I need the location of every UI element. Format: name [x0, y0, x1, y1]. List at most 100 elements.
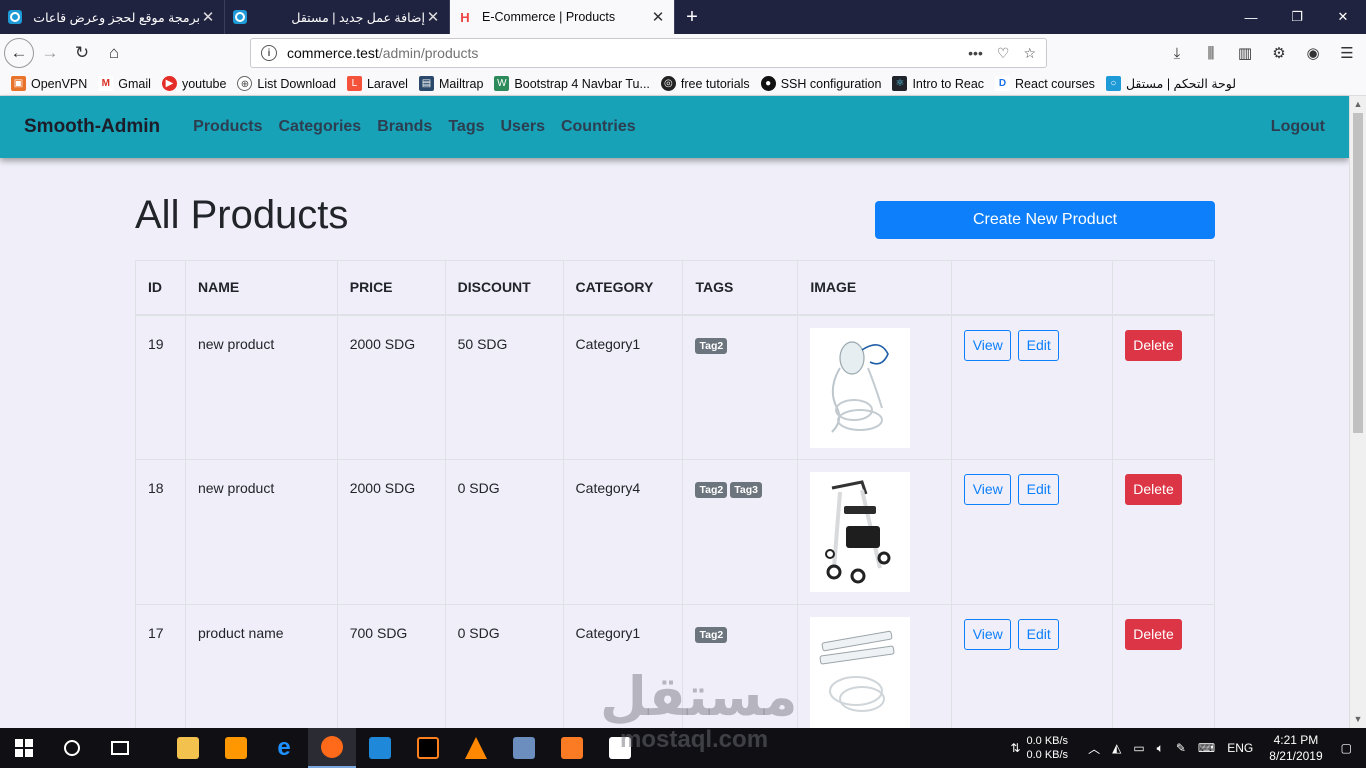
table-row: 19 new product 2000 SDG 50 SDG Category1…: [135, 314, 1215, 460]
view-button[interactable]: View: [964, 619, 1012, 650]
bookmark-item[interactable]: D React courses: [995, 76, 1095, 91]
create-product-button[interactable]: Create New Product: [875, 201, 1215, 239]
brand-logo[interactable]: Smooth-Admin: [24, 116, 160, 138]
library-icon[interactable]: ⫼: [1198, 40, 1224, 66]
cell-discount: 0 SDG: [444, 459, 564, 605]
nav-countries[interactable]: Countries: [561, 118, 636, 136]
mailtrap-icon: ▤: [418, 76, 434, 91]
react-courses-icon: D: [995, 76, 1011, 91]
nav-products[interactable]: Products: [193, 118, 262, 136]
bookmark-item[interactable]: ◎ free tutorials: [660, 76, 750, 91]
nav-tags[interactable]: Tags: [448, 118, 484, 136]
extension-icon[interactable]: ⚙: [1266, 40, 1292, 66]
browser-tab-active[interactable]: H E-Commerce | Products ✕: [450, 0, 675, 34]
cell-delete: Delete: [1112, 314, 1215, 460]
nav-users[interactable]: Users: [500, 118, 544, 136]
delete-button[interactable]: Delete: [1125, 474, 1182, 505]
nav-brands[interactable]: Brands: [377, 118, 432, 136]
main-menu: Products Categories Brands Tags Users Co…: [193, 118, 635, 136]
close-tab-icon[interactable]: ✕: [425, 8, 441, 26]
xampp-icon[interactable]: [548, 728, 596, 768]
vlc-icon[interactable]: [452, 728, 500, 768]
close-tab-icon[interactable]: ✕: [650, 8, 666, 26]
edit-button[interactable]: Edit: [1018, 474, 1060, 505]
firefox-icon[interactable]: [308, 728, 356, 768]
cell-category: Category4: [562, 459, 684, 605]
scrollbar-thumb[interactable]: [1353, 113, 1363, 433]
pocket-icon[interactable]: ♡: [997, 45, 1010, 62]
account-icon[interactable]: ◉: [1300, 40, 1326, 66]
keyboard-icon[interactable]: ⌨: [1198, 741, 1215, 755]
file-explorer-icon[interactable]: [164, 728, 212, 768]
bookmark-item[interactable]: L Laravel: [346, 76, 408, 91]
close-window-icon[interactable]: ✕: [1320, 0, 1366, 34]
hamburger-menu-icon[interactable]: ☰: [1334, 40, 1360, 66]
close-tab-icon[interactable]: ✕: [200, 8, 216, 26]
home-icon[interactable]: ⌂: [98, 37, 130, 69]
col-header-category: CATEGORY: [562, 260, 684, 316]
windows-defender-icon[interactable]: ◭: [1112, 741, 1121, 755]
edge-icon[interactable]: e: [260, 728, 308, 768]
view-button[interactable]: View: [964, 474, 1012, 505]
pen-icon[interactable]: ✎: [1176, 741, 1186, 755]
restore-icon[interactable]: ❐: [1274, 0, 1320, 34]
bookmark-star-icon[interactable]: ☆: [1023, 45, 1036, 62]
cell-id: 19: [135, 314, 186, 460]
url-path: /admin/products: [378, 45, 479, 61]
bookmark-item[interactable]: ▤ Mailtrap: [418, 76, 483, 91]
reload-icon[interactable]: ↻: [66, 37, 98, 69]
cell-discount: 50 SDG: [444, 314, 564, 460]
clock[interactable]: 4:21 PM 8/21/2019: [1269, 732, 1322, 764]
scroll-up-icon[interactable]: ▲: [1350, 96, 1366, 113]
search-icon[interactable]: [48, 728, 96, 768]
browser-tab[interactable]: إضافة عمل جديد | مستقل ✕: [225, 0, 450, 34]
edit-button[interactable]: Edit: [1018, 619, 1060, 650]
window-controls: — ❐ ✕: [1228, 0, 1366, 34]
bookmark-item[interactable]: ▣ OpenVPN: [11, 76, 87, 91]
bookmark-item[interactable]: ⚛ Intro to Reac: [892, 76, 984, 91]
address-bar[interactable]: i commerce.test/admin/products ••• ♡ ☆: [250, 38, 1047, 68]
bookmark-item[interactable]: M Gmail: [98, 76, 151, 91]
new-tab-icon[interactable]: +: [675, 0, 709, 34]
windows-start-icon[interactable]: [0, 728, 48, 768]
bookmark-item[interactable]: ● SSH configuration: [760, 76, 881, 91]
youtube-icon: ▶: [161, 76, 177, 91]
app-icon[interactable]: [500, 728, 548, 768]
back-arrow-icon[interactable]: ←: [4, 38, 34, 68]
scroll-down-icon[interactable]: ▼: [1350, 711, 1366, 728]
github-icon: ●: [760, 76, 776, 91]
download-icon[interactable]: ⤓: [1164, 40, 1190, 66]
intellij-icon[interactable]: [404, 728, 452, 768]
bookmark-item[interactable]: ⊕ List Download: [237, 76, 336, 91]
notifications-icon[interactable]: ▢: [1341, 741, 1352, 755]
chevron-up-icon[interactable]: ︿: [1088, 740, 1100, 757]
page-scrollbar[interactable]: ▲ ▼: [1349, 96, 1366, 728]
openvpn-icon: ▣: [11, 76, 26, 91]
watermark-arabic: مستقل: [600, 667, 798, 727]
logout-link[interactable]: Logout: [1271, 118, 1325, 136]
view-button[interactable]: View: [964, 329, 1012, 361]
page-actions-icon[interactable]: •••: [968, 45, 983, 62]
battery-icon[interactable]: ▭: [1133, 741, 1144, 755]
minimize-icon[interactable]: —: [1228, 0, 1274, 34]
language-indicator[interactable]: ENG: [1227, 741, 1253, 755]
bookmark-item[interactable]: W Bootstrap 4 Navbar Tu...: [494, 76, 650, 91]
sidebar-icon[interactable]: ▥: [1232, 40, 1258, 66]
vscode-icon[interactable]: [356, 728, 404, 768]
task-view-icon[interactable]: [96, 728, 144, 768]
mostaql-favicon-icon: [233, 10, 247, 24]
edit-button[interactable]: Edit: [1018, 329, 1060, 361]
app-navbar: Smooth-Admin Products Categories Brands …: [0, 96, 1349, 158]
delete-button[interactable]: Delete: [1125, 619, 1182, 650]
forward-arrow-icon[interactable]: →: [34, 37, 66, 69]
cell-name: new product: [184, 459, 338, 605]
nav-categories[interactable]: Categories: [279, 118, 362, 136]
cell-price: 2000 SDG: [336, 314, 446, 460]
delete-button[interactable]: Delete: [1125, 329, 1182, 361]
bookmark-item[interactable]: ▶ youtube: [161, 76, 226, 91]
bookmark-item[interactable]: ○ لوحة التحكم | مستقل: [1105, 76, 1236, 91]
site-info-icon[interactable]: i: [261, 45, 277, 61]
browser-tab[interactable]: برمجة موقع لحجز وعرض قاعات الا ✕: [0, 0, 225, 34]
sublime-text-icon[interactable]: [212, 728, 260, 768]
volume-icon[interactable]: 🔈︎: [1157, 741, 1164, 756]
